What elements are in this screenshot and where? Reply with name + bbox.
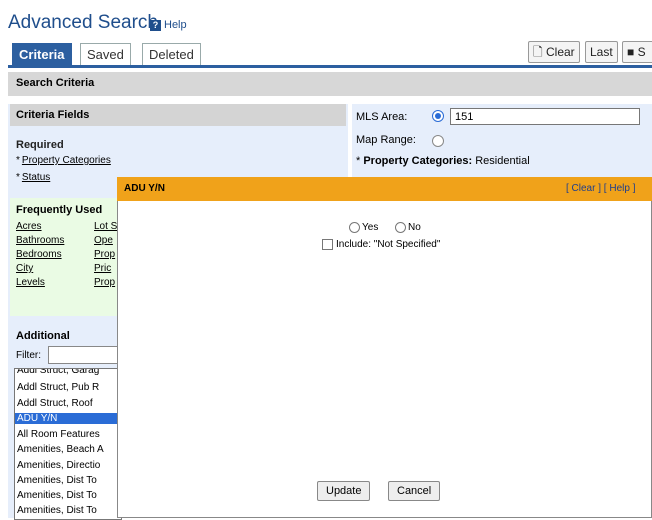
freq-link-price[interactable]: Pric xyxy=(94,263,111,274)
clear-button-label: Clear xyxy=(546,45,575,59)
list-item[interactable]: Addl Struct, Pub R xyxy=(17,382,99,393)
page-title: Advanced Search xyxy=(8,12,158,33)
freq-link-open[interactable]: Ope xyxy=(94,235,113,246)
list-item[interactable]: Amenities, Dist To xyxy=(17,475,97,486)
adu-modal xyxy=(117,177,652,518)
save-button[interactable]: ■ S xyxy=(622,41,652,63)
map-range-radio[interactable] xyxy=(432,135,444,147)
additional-heading: Additional xyxy=(16,330,70,342)
search-criteria-bar xyxy=(8,72,652,96)
list-item[interactable]: Addl Struct, Roof xyxy=(17,398,93,409)
modal-help-link[interactable]: [ Help ] xyxy=(604,183,636,194)
modal-header-links: [ Clear ] [ Help ] xyxy=(566,183,635,194)
no-option[interactable]: No xyxy=(395,222,421,233)
floppy-icon: ■ xyxy=(627,45,635,59)
freq-link-levels[interactable]: Levels xyxy=(16,277,45,288)
search-criteria-title: Search Criteria xyxy=(16,77,95,89)
help-link[interactable]: ? Help xyxy=(150,19,187,31)
filter-label: Filter: xyxy=(16,350,41,361)
last-button[interactable]: Last xyxy=(585,41,618,63)
mls-area-label: MLS Area: xyxy=(356,111,408,123)
mls-area-radio[interactable] xyxy=(432,110,444,122)
list-item[interactable]: All Room Features xyxy=(17,429,100,440)
freq-link-lot[interactable]: Lot S xyxy=(94,221,117,232)
property-categories-summary: * Property Categories: Residential xyxy=(356,155,530,167)
include-not-specified-option[interactable]: Include: "Not Specified" xyxy=(322,239,440,250)
list-item[interactable]: Amenities, Dist To xyxy=(17,490,97,501)
clear-button[interactable]: 🗋 Clear xyxy=(528,41,580,63)
list-item[interactable]: Amenities, Beach A xyxy=(17,444,104,455)
update-button[interactable]: Update xyxy=(317,481,371,501)
freq-link-bathrooms[interactable]: Bathrooms xyxy=(16,235,64,246)
cancel-button[interactable]: Cancel xyxy=(388,481,441,501)
additional-fields-list[interactable]: Addl Struct, Garag Addl Struct, Pub R Ad… xyxy=(14,368,122,520)
list-item[interactable]: Amenities, Directio xyxy=(17,460,100,471)
yes-radio[interactable] xyxy=(349,222,360,233)
criteria-fields-title: Criteria Fields xyxy=(16,109,90,121)
tab-underline xyxy=(8,65,652,68)
modal-title: ADU Y/N xyxy=(124,183,165,194)
tab-criteria[interactable]: Criteria xyxy=(12,43,72,66)
document-icon: 🗋 xyxy=(533,45,543,59)
mls-area-input[interactable]: 151 xyxy=(450,108,640,125)
yes-option[interactable]: Yes xyxy=(349,222,378,233)
filter-input[interactable] xyxy=(48,346,120,364)
save-button-label: S xyxy=(637,45,646,59)
yes-label: Yes xyxy=(362,222,379,233)
list-item[interactable]: Amenities, Dist To xyxy=(17,505,97,516)
no-label: No xyxy=(408,222,421,233)
required-link-property-categories[interactable]: * Property Categories xyxy=(16,155,111,166)
list-item-selected[interactable]: ADU Y/N xyxy=(15,413,121,424)
freq-link-city[interactable]: City xyxy=(16,263,33,274)
list-item[interactable]: Addl Struct, Garag xyxy=(17,369,99,376)
freq-link-prop[interactable]: Prop xyxy=(94,249,115,260)
freq-link-acres[interactable]: Acres xyxy=(16,221,42,232)
freq-link-prop-2[interactable]: Prop xyxy=(94,277,115,288)
freq-link-bedrooms[interactable]: Bedrooms xyxy=(16,249,62,260)
map-range-label: Map Range: xyxy=(356,134,416,146)
help-icon: ? xyxy=(150,19,161,31)
frequently-used-heading: Frequently Used xyxy=(16,204,103,216)
no-radio[interactable] xyxy=(395,222,406,233)
tab-deleted[interactable]: Deleted xyxy=(142,43,201,66)
help-label: Help xyxy=(164,19,187,31)
include-not-specified-label: Include: "Not Specified" xyxy=(336,239,441,250)
include-not-specified-checkbox[interactable] xyxy=(322,239,333,250)
tab-saved[interactable]: Saved xyxy=(80,43,131,66)
required-heading: Required xyxy=(16,139,64,151)
required-link-status[interactable]: * Status xyxy=(16,172,50,183)
modal-clear-link[interactable]: [ Clear ] xyxy=(566,183,601,194)
